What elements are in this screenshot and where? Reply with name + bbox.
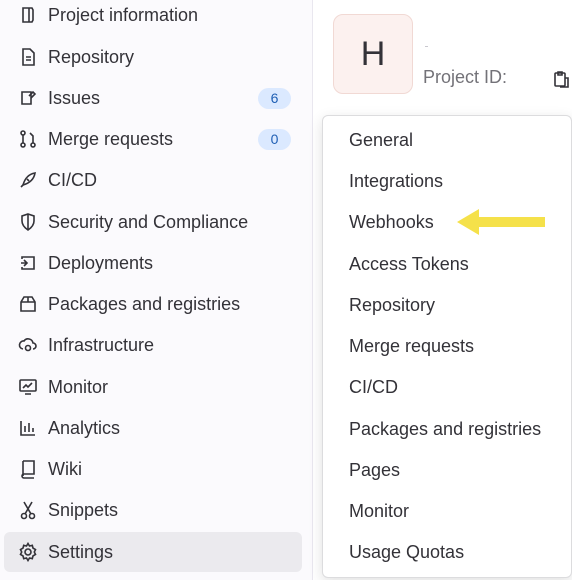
issues-count-badge: 6 [258, 87, 291, 109]
sidebar-item-label: Infrastructure [48, 335, 155, 355]
sidebar-item-merge-requests[interactable]: Merge requests 0 [4, 119, 302, 159]
sidebar-item-project-information[interactable]: Project information [4, 0, 302, 35]
sidebar-item-packages[interactable]: Packages and registries [4, 284, 302, 324]
sidebar-item-snippets[interactable]: Snippets [4, 490, 302, 530]
sidebar-item-label: Repository [48, 47, 135, 67]
sidebar-item-settings[interactable]: Settings [4, 532, 302, 572]
sidebar-item-security[interactable]: Security and Compliance [4, 202, 302, 242]
menu-item-monitor[interactable]: Monitor [349, 500, 409, 522]
sidebar-item-analytics[interactable]: Analytics [4, 408, 302, 448]
copy-project-id-button[interactable] [550, 68, 572, 90]
shield-icon [17, 211, 39, 233]
sidebar-item-label: Packages and registries [48, 294, 241, 314]
sidebar-item-label: Settings [48, 542, 114, 562]
project-id-label: Project ID: [423, 67, 508, 87]
sidebar-item-label: Project information [48, 5, 199, 25]
sidebar-item-label: Merge requests [48, 129, 174, 149]
menu-item-packages-and-registries[interactable]: Packages and registries [349, 418, 541, 440]
sidebar-item-label: Wiki [48, 459, 82, 479]
sidebar-item-deployments[interactable]: Deployments [4, 243, 302, 283]
sidebar-item-repository[interactable]: Repository [4, 37, 302, 77]
book-icon [17, 458, 39, 480]
sidebar-item-label: Monitor [48, 377, 109, 397]
gear-icon [17, 541, 39, 563]
sidebar-item-monitor[interactable]: Monitor [4, 367, 302, 407]
highlight-arrow-icon [457, 209, 545, 235]
package-icon [17, 293, 39, 315]
menu-item-ci-cd[interactable]: CI/CD [349, 376, 398, 398]
sidebar-item-label: Analytics [48, 418, 121, 438]
sidebar-item-wiki[interactable]: Wiki [4, 449, 302, 489]
rocket-icon [17, 169, 39, 191]
monitor-icon [17, 376, 39, 398]
project-title-placeholder [425, 46, 428, 47]
scissors-icon [17, 499, 39, 521]
merge-requests-count-badge: 0 [258, 128, 291, 150]
sidebar: Project information Repository Issues 6 … [0, 0, 313, 580]
sidebar-item-label: CI/CD [48, 170, 97, 190]
menu-item-general[interactable]: General [349, 129, 413, 151]
project-info-icon [17, 4, 39, 26]
merge-request-icon [17, 128, 39, 150]
sidebar-item-label: Issues [48, 88, 101, 108]
menu-item-pages[interactable]: Pages [349, 459, 400, 481]
menu-item-webhooks[interactable]: Webhooks [349, 211, 434, 233]
sidebar-item-ci-cd[interactable]: CI/CD [4, 160, 302, 200]
menu-item-integrations[interactable]: Integrations [349, 170, 443, 192]
menu-item-merge-requests[interactable]: Merge requests [349, 335, 474, 357]
project-avatar: H [333, 14, 413, 94]
settings-dropdown-menu: General Integrations Webhooks Access Tok… [322, 115, 572, 578]
document-icon [17, 46, 39, 68]
menu-item-access-tokens[interactable]: Access Tokens [349, 253, 469, 275]
menu-item-usage-quotas[interactable]: Usage Quotas [349, 541, 464, 563]
chart-icon [17, 417, 39, 439]
sidebar-item-label: Deployments [48, 253, 154, 273]
issues-icon [17, 87, 39, 109]
deployments-icon [17, 252, 39, 274]
cloud-gear-icon [17, 334, 39, 356]
sidebar-item-label: Security and Compliance [48, 212, 249, 232]
sidebar-item-infrastructure[interactable]: Infrastructure [4, 325, 302, 365]
sidebar-item-issues[interactable]: Issues 6 [4, 78, 302, 118]
menu-item-repository[interactable]: Repository [349, 294, 435, 316]
clipboard-icon [554, 71, 569, 88]
sidebar-item-label: Snippets [48, 500, 119, 520]
